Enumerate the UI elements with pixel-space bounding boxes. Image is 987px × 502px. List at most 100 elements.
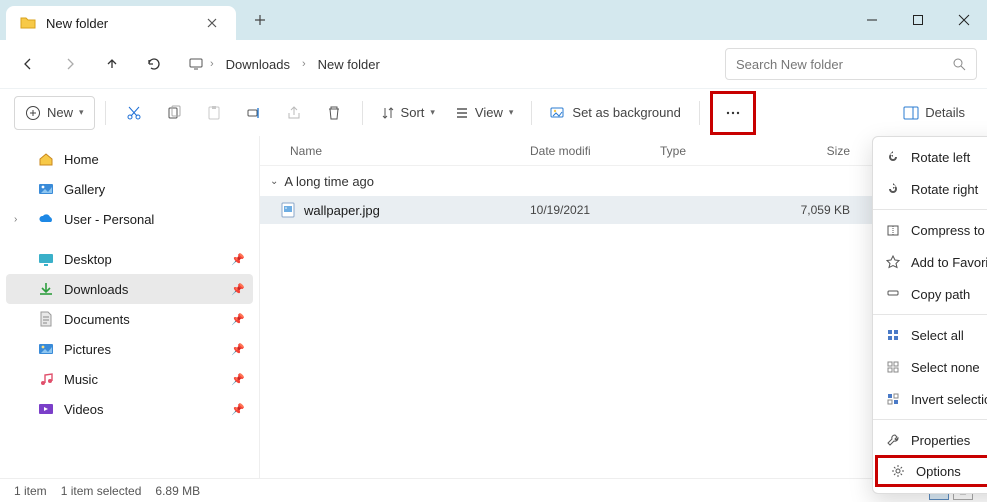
tab-title: New folder (46, 16, 108, 31)
cut-button[interactable] (116, 96, 152, 130)
sidebar-item-videos[interactable]: Videos 📌 (6, 394, 253, 424)
file-name: wallpaper.jpg (304, 203, 380, 218)
menu-options[interactable]: Options (875, 455, 987, 487)
wrench-icon (885, 432, 901, 448)
sidebar-item-pictures[interactable]: Pictures 📌 (6, 334, 253, 364)
sort-button[interactable]: Sort ▾ (373, 96, 443, 130)
sidebar-item-home[interactable]: Home (6, 144, 253, 174)
image-file-icon (280, 202, 296, 218)
chevron-right-icon[interactable]: › (14, 214, 28, 225)
crumb-downloads[interactable]: Downloads (220, 53, 296, 76)
downloads-icon (38, 281, 54, 297)
menu-select-all[interactable]: Select all (873, 319, 987, 351)
navigation-pane: Home Gallery › User - Personal Desktop 📌… (0, 136, 260, 478)
details-pane-button[interactable]: Details (895, 96, 973, 130)
pin-icon: 📌 (231, 403, 245, 416)
sidebar-item-music[interactable]: Music 📌 (6, 364, 253, 394)
zip-icon (885, 222, 901, 238)
chevron-right-icon: › (302, 58, 306, 70)
status-item-count: 1 item (14, 484, 47, 498)
file-list: Name Date modifi Type Size ⌄ A long time… (260, 136, 987, 478)
menu-copy-path[interactable]: Copy path (873, 278, 987, 310)
up-button[interactable] (94, 47, 130, 81)
search-icon (952, 57, 966, 71)
view-button[interactable]: View ▾ (447, 96, 521, 130)
menu-properties[interactable]: Properties (873, 424, 987, 456)
breadcrumb[interactable]: › Downloads › New folder (178, 47, 396, 81)
menu-favorites[interactable]: Add to Favorites (873, 246, 987, 278)
menu-rotate-left[interactable]: Rotate left (873, 141, 987, 173)
select-none-icon (885, 359, 901, 375)
desktop-icon (38, 251, 54, 267)
home-icon (38, 151, 54, 167)
onedrive-icon (38, 211, 54, 227)
select-all-icon (885, 327, 901, 343)
menu-compress[interactable]: Compress to ZIP file (873, 214, 987, 246)
chevron-right-icon: › (210, 58, 214, 70)
pictures-icon (38, 341, 54, 357)
search-placeholder: Search New folder (736, 57, 944, 72)
close-button[interactable] (941, 0, 987, 40)
chevron-down-icon: ▾ (509, 107, 514, 118)
pin-icon: 📌 (231, 253, 245, 266)
back-button[interactable] (10, 47, 46, 81)
main-area: Home Gallery › User - Personal Desktop 📌… (0, 136, 987, 478)
gear-icon (890, 463, 906, 479)
minimize-button[interactable] (849, 0, 895, 40)
monitor-icon (188, 56, 204, 72)
sidebar-item-documents[interactable]: Documents 📌 (6, 304, 253, 334)
share-button[interactable] (276, 96, 312, 130)
paste-button[interactable] (196, 96, 232, 130)
maximize-button[interactable] (895, 0, 941, 40)
rotate-left-icon (885, 149, 901, 165)
new-tab-button[interactable] (246, 6, 274, 34)
window-tab[interactable]: New folder (6, 6, 236, 40)
delete-button[interactable] (316, 96, 352, 130)
column-type[interactable]: Type (660, 144, 790, 158)
sidebar-item-downloads[interactable]: Downloads 📌 (6, 274, 253, 304)
more-button[interactable] (715, 96, 751, 130)
set-as-background-button[interactable]: Set as background (542, 96, 688, 130)
column-date[interactable]: Date modifi (530, 144, 660, 158)
new-button[interactable]: New ▾ (14, 96, 95, 130)
rotate-right-icon (885, 181, 901, 197)
search-box[interactable]: Search New folder (725, 48, 977, 80)
copy-button[interactable] (156, 96, 192, 130)
crumb-folder[interactable]: New folder (312, 53, 386, 76)
documents-icon (38, 311, 54, 327)
pin-icon: 📌 (231, 343, 245, 356)
menu-invert-selection[interactable]: Invert selection (873, 383, 987, 415)
sidebar-item-desktop[interactable]: Desktop 📌 (6, 244, 253, 274)
titlebar: New folder (0, 0, 987, 40)
status-size: 6.89 MB (155, 484, 200, 498)
column-name[interactable]: Name (290, 144, 530, 158)
command-bar: New ▾ Sort ▾ View ▾ Set as background De… (0, 88, 987, 136)
tab-close-button[interactable] (202, 13, 222, 33)
column-size[interactable]: Size (790, 144, 870, 158)
sidebar-item-user[interactable]: › User - Personal (6, 204, 253, 234)
address-bar: › Downloads › New folder Search New fold… (0, 40, 987, 88)
chevron-down-icon: ⌄ (270, 176, 278, 187)
status-selected: 1 item selected (61, 484, 142, 498)
more-menu: Rotate left Rotate right Compress to ZIP… (872, 136, 987, 494)
star-icon (885, 254, 901, 270)
window-controls (849, 0, 987, 40)
file-date: 10/19/2021 (530, 203, 660, 217)
status-bar: 1 item 1 item selected 6.89 MB ≡ ▢ (0, 478, 987, 502)
refresh-button[interactable] (136, 47, 172, 81)
highlight-more (710, 91, 756, 135)
pin-icon: 📌 (231, 313, 245, 326)
pin-icon: 📌 (231, 283, 245, 296)
rename-button[interactable] (236, 96, 272, 130)
pin-icon: 📌 (231, 373, 245, 386)
music-icon (38, 371, 54, 387)
sidebar-item-gallery[interactable]: Gallery (6, 174, 253, 204)
menu-rotate-right[interactable]: Rotate right (873, 173, 987, 205)
forward-button[interactable] (52, 47, 88, 81)
gallery-icon (38, 181, 54, 197)
folder-icon (20, 15, 36, 31)
videos-icon (38, 401, 54, 417)
file-size: 7,059 KB (790, 203, 870, 217)
chevron-down-icon: ▾ (79, 107, 84, 118)
menu-select-none[interactable]: Select none (873, 351, 987, 383)
